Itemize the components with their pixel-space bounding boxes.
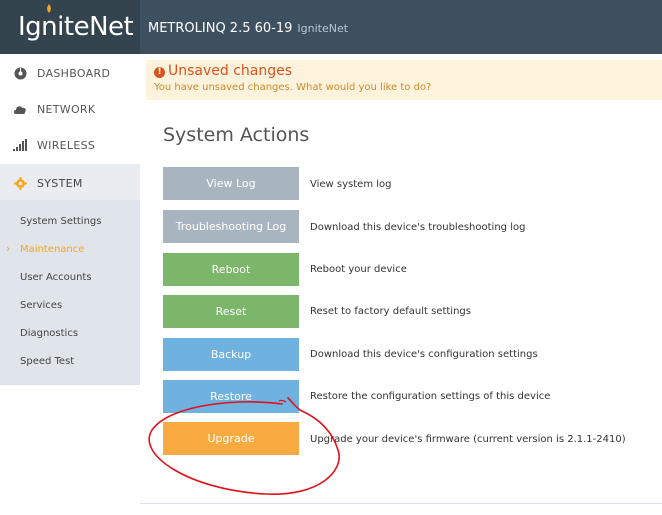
reboot-description: Reboot your device [310, 264, 407, 275]
sidebar-item-label: WIRELESS [37, 138, 96, 152]
submenu-item-maintenance[interactable]: Maintenance [20, 244, 84, 255]
page-title: System Actions [163, 124, 310, 146]
device-title: METROLINQ 2.5 60-19 IgniteNet [148, 21, 348, 36]
logo-area: IgniteNet [0, 0, 140, 54]
submenu-item-system-settings[interactable]: System Settings [20, 216, 101, 227]
unsaved-changes-alert[interactable]: ! Unsaved changes You have unsaved change… [146, 60, 662, 100]
sidebar-item-dashboard[interactable]: DASHBOARD [0, 54, 140, 92]
alert-title: ! Unsaved changes [154, 63, 292, 79]
cloud-icon [13, 102, 27, 116]
reset-button[interactable]: Reset [163, 295, 299, 328]
view-log-button[interactable]: View Log [163, 167, 299, 200]
signal-bars-icon [13, 138, 27, 152]
sidebar-item-network[interactable]: NETWORK [0, 90, 140, 128]
reboot-button[interactable]: Reboot [163, 253, 299, 286]
ignitenet-logo[interactable]: IgniteNet [18, 12, 134, 42]
upgrade-button[interactable]: Upgrade [163, 422, 299, 455]
backup-button[interactable]: Backup [163, 338, 299, 371]
device-name: METROLINQ 2.5 60-19 [148, 21, 293, 36]
sidebar-item-label: SYSTEM [37, 176, 83, 190]
submenu-item-user-accounts[interactable]: User Accounts [20, 272, 92, 283]
chevron-right-icon: › [6, 242, 11, 255]
submenu-item-speed-test[interactable]: Speed Test [20, 356, 74, 367]
device-host: IgniteNet [297, 22, 349, 35]
dashboard-icon [13, 66, 27, 80]
content-divider [140, 503, 662, 504]
sidebar-item-label: DASHBOARD [37, 66, 111, 80]
reset-description: Reset to factory default settings [310, 306, 471, 317]
sidebar-item-wireless[interactable]: WIRELESS [0, 126, 140, 164]
alert-title-text: Unsaved changes [168, 63, 293, 79]
gear-icon [13, 176, 27, 190]
sidebar: DASHBOARD NETWORK WIRELESS SYSTEM System… [0, 54, 140, 515]
restore-description: Restore the configuration settings of th… [310, 391, 551, 402]
exclamation-icon: ! [154, 67, 165, 78]
sidebar-item-label: NETWORK [37, 102, 96, 116]
flame-icon [47, 4, 51, 13]
system-submenu: System Settings › Maintenance User Accou… [0, 200, 140, 385]
troubleshooting-log-button[interactable]: Troubleshooting Log [163, 210, 299, 243]
sidebar-item-system[interactable]: SYSTEM [0, 164, 140, 202]
upgrade-description: Upgrade your device's firmware (current … [310, 434, 626, 445]
submenu-item-diagnostics[interactable]: Diagnostics [20, 328, 78, 339]
restore-button[interactable]: Restore [163, 380, 299, 413]
alert-message: You have unsaved changes. What would you… [154, 82, 432, 93]
view-log-description: View system log [310, 179, 392, 190]
backup-description: Download this device's configuration set… [310, 349, 538, 360]
troubleshooting-log-description: Download this device's troubleshooting l… [310, 222, 526, 233]
top-bar: IgniteNet METROLINQ 2.5 60-19 IgniteNet [0, 0, 662, 54]
submenu-item-services[interactable]: Services [20, 300, 62, 311]
